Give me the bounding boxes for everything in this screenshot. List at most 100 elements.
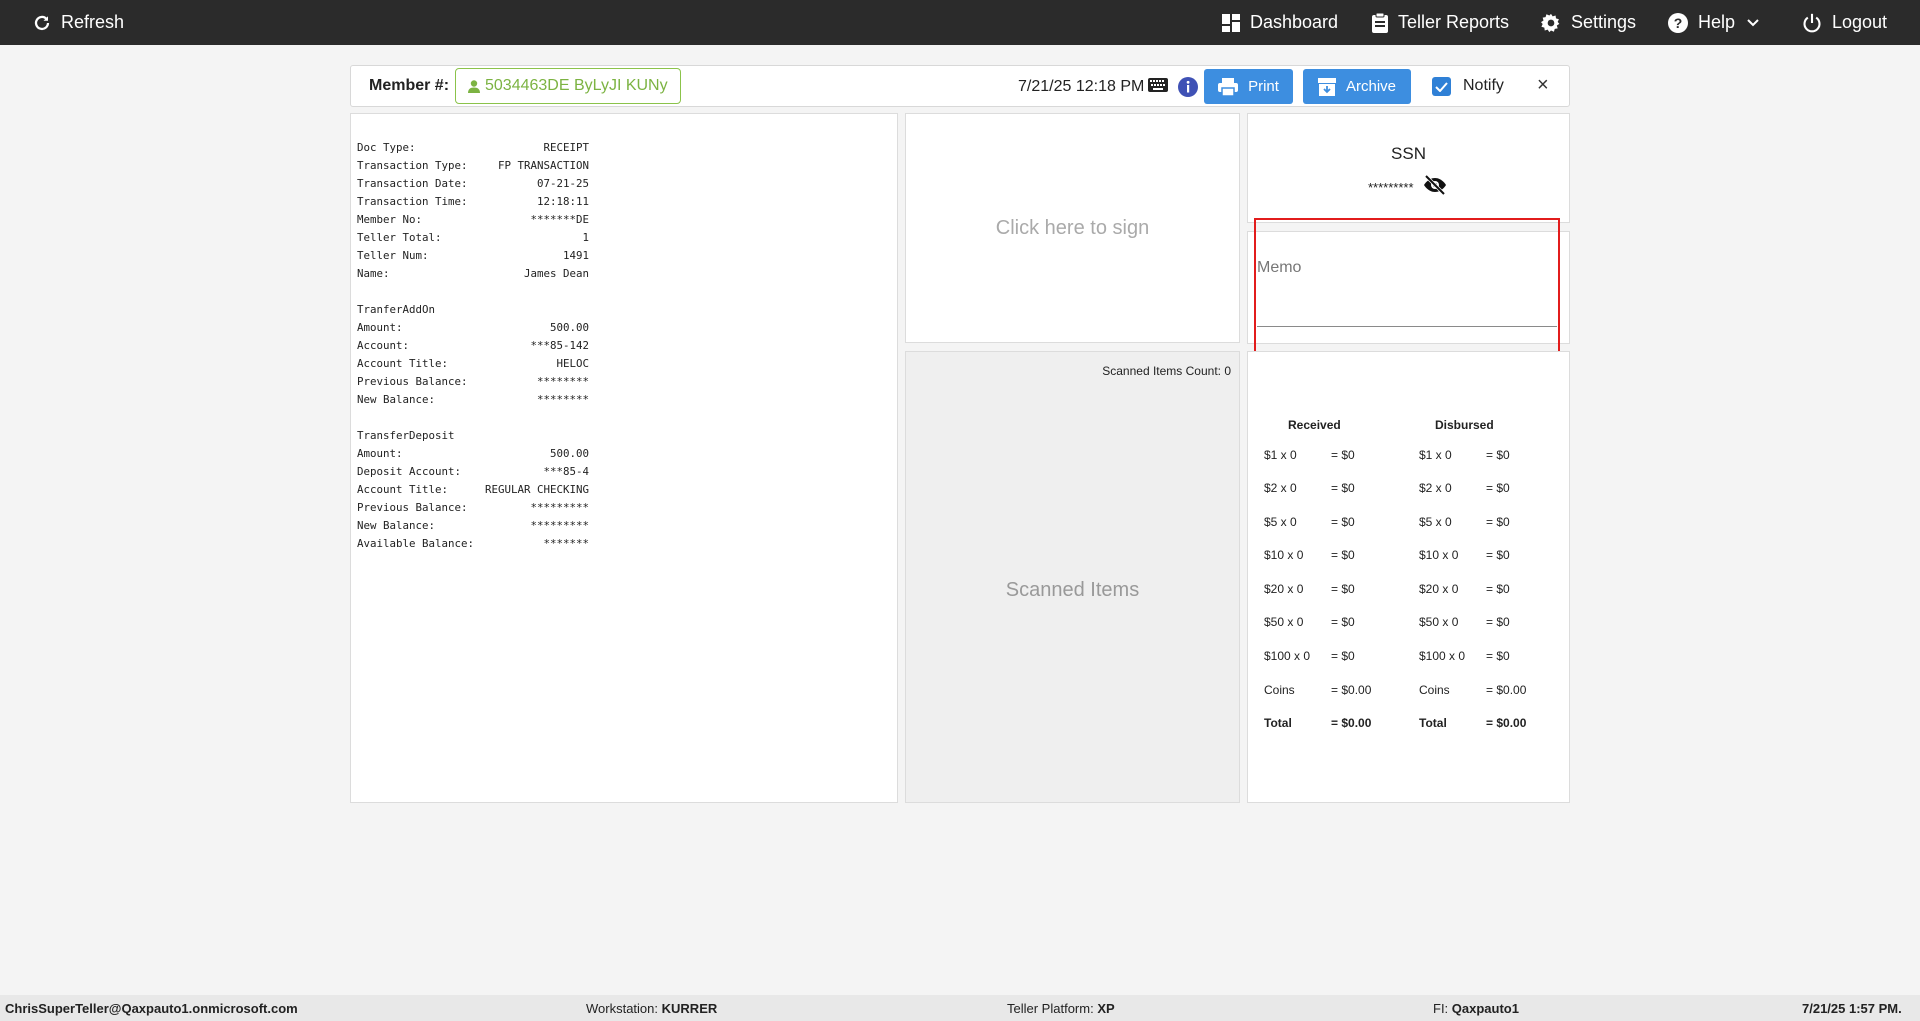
svg-text:?: ? xyxy=(1674,15,1683,31)
received-amount: = $0 xyxy=(1331,448,1355,462)
receipt-key: TransferDeposit xyxy=(357,429,455,442)
receipt-value xyxy=(357,283,589,301)
receipt-value: ******* xyxy=(543,537,589,550)
teller-reports-link[interactable]: Teller Reports xyxy=(1372,0,1509,45)
info-icon[interactable] xyxy=(1178,77,1198,97)
receipt-key: Transaction Type: xyxy=(357,159,468,172)
receipt-key: Account: xyxy=(357,339,410,352)
keyboard-icon[interactable] xyxy=(1148,78,1168,92)
chevron-down-icon xyxy=(1747,18,1759,26)
receipt-key: Amount: xyxy=(357,447,403,460)
dashboard-label: Dashboard xyxy=(1250,12,1339,32)
member-label: Member #: xyxy=(369,77,450,94)
close-button[interactable]: × xyxy=(1537,74,1549,97)
receipt-row: Account Title: HELOC xyxy=(357,355,589,373)
receipt-key: Name: xyxy=(357,267,390,280)
receipt-value: James Dean xyxy=(523,267,589,280)
receipt-row: Name: James Dean xyxy=(357,265,589,283)
footer-datetime: 7/21/25 1:57 PM. xyxy=(1802,1001,1902,1016)
archive-button[interactable]: Archive xyxy=(1303,69,1411,104)
receipt-row: Teller Num: 1491 xyxy=(357,247,589,265)
receipt-row: Amount: 500.00 xyxy=(357,445,589,463)
receipt-value: ********* xyxy=(530,519,589,532)
disbursed-amount: = $0 xyxy=(1486,448,1510,462)
cash-panel: Received Disbursed $1 x 0 = $0 $2 x 0 = $0 $… xyxy=(1247,351,1570,803)
receipt-row: Transaction Type: FP TRANSACTION xyxy=(357,157,589,175)
received-denomination: $2 x 0 xyxy=(1264,481,1297,495)
member-number: 5034463DE ByLyJI KUNy xyxy=(485,77,668,94)
archive-icon xyxy=(1317,77,1336,96)
receipt-row: Teller Total: 1 xyxy=(357,229,589,247)
printer-icon xyxy=(1218,77,1239,96)
logout-label: Logout xyxy=(1832,12,1888,32)
receipt-value: ********* xyxy=(530,501,589,514)
disbursed-denomination: Coins xyxy=(1419,683,1450,697)
received-amount: = $0 xyxy=(1331,649,1355,663)
receipt-value: REGULAR CHECKING xyxy=(484,483,589,496)
disbursed-amount: = $0 xyxy=(1486,548,1510,562)
footer-fi-label: FI: xyxy=(1433,1001,1449,1016)
disbursed-amount: = $0.00 xyxy=(1486,683,1527,697)
receipt-key: Teller Num: xyxy=(357,249,429,262)
received-denomination: $20 x 0 xyxy=(1264,582,1304,596)
receipt-row: Account Title: REGULAR CHECKING xyxy=(357,481,589,499)
signature-pad[interactable]: Click here to sign xyxy=(905,113,1240,343)
disbursed-denomination: $50 x 0 xyxy=(1419,615,1459,629)
logout-button[interactable]: Logout xyxy=(1802,0,1887,45)
receipt-value xyxy=(357,409,589,427)
receipt-value: ***85-4 xyxy=(543,465,589,478)
refresh-label: Refresh xyxy=(61,12,125,32)
disbursed-denomination: $5 x 0 xyxy=(1419,515,1452,529)
receipt-row: Transaction Date: 07-21-25 xyxy=(357,175,589,193)
settings-link[interactable]: Settings xyxy=(1541,0,1636,45)
member-chip[interactable]: 5034463DE ByLyJI KUNy xyxy=(455,68,681,104)
receipt-value: HELOC xyxy=(556,357,589,370)
received-denomination: $10 x 0 xyxy=(1264,548,1304,562)
receipt-row: New Balance: ********* xyxy=(357,517,589,535)
disbursed-heading: Disbursed xyxy=(1435,418,1494,432)
received-amount: = $0 xyxy=(1331,481,1355,495)
refresh-button[interactable]: Refresh xyxy=(33,0,124,45)
received-denomination: $50 x 0 xyxy=(1264,615,1304,629)
disbursed-amount: = $0 xyxy=(1486,582,1510,596)
footer-workstation: KURRER xyxy=(661,1001,718,1016)
receipt-value: 1491 xyxy=(562,249,589,262)
receipt-key: Transaction Date: xyxy=(357,177,468,190)
print-button[interactable]: Print xyxy=(1204,69,1293,104)
status-footer: ChrisSuperTeller@Qaxpauto1.onmicrosoft.c… xyxy=(0,995,1920,1021)
eye-slash-icon[interactable] xyxy=(1423,175,1447,195)
memo-panel: Memo xyxy=(1247,218,1570,355)
receipt-row: Available Balance: ******* xyxy=(357,535,589,553)
receipt-row: Account: ***85-142 xyxy=(357,337,589,355)
disbursed-denomination: $20 x 0 xyxy=(1419,582,1459,596)
receipt-panel: Doc Type: RECEIPT Transaction Type: FP TRAN… xyxy=(350,113,898,803)
footer-platform: XP xyxy=(1097,1001,1115,1016)
notify-checkbox[interactable] xyxy=(1432,77,1451,96)
notify-label[interactable]: Notify xyxy=(1463,77,1504,95)
help-label: Help xyxy=(1698,12,1736,32)
memo-underline xyxy=(1257,326,1557,327)
receipt-value: 500.00 xyxy=(549,321,589,334)
receipt-key: Teller Total: xyxy=(357,231,442,244)
received-heading: Received xyxy=(1288,418,1341,432)
receipt-value: *******DE xyxy=(530,213,589,226)
footer-fi: Qaxpauto1 xyxy=(1451,1001,1519,1016)
footer-platform-label: Teller Platform: xyxy=(1007,1001,1094,1016)
dashboard-link[interactable]: Dashboard xyxy=(1222,0,1338,45)
receipt-row: Doc Type: RECEIPT xyxy=(357,139,589,157)
receipt-key: Deposit Account: xyxy=(357,465,462,478)
memo-input[interactable] xyxy=(1257,282,1557,324)
receipt-row xyxy=(357,409,589,427)
receipt-row: Transaction Time: 12:18:11 xyxy=(357,193,589,211)
receipt-key: TranferAddOn xyxy=(357,303,436,316)
received-denomination: $100 x 0 xyxy=(1264,649,1311,663)
transaction-datetime: 7/21/25 12:18 PM xyxy=(1018,78,1145,95)
received-amount: = $0 xyxy=(1331,615,1355,629)
archive-label: Archive xyxy=(1345,78,1397,95)
receipt-key: Account Title: xyxy=(357,357,449,370)
receipt-key: Doc Type: xyxy=(357,141,416,154)
help-menu[interactable]: ? Help xyxy=(1668,0,1769,45)
receipt-key: Amount: xyxy=(357,321,403,334)
receipt-value: 500.00 xyxy=(549,447,589,460)
print-label: Print xyxy=(1248,78,1279,95)
